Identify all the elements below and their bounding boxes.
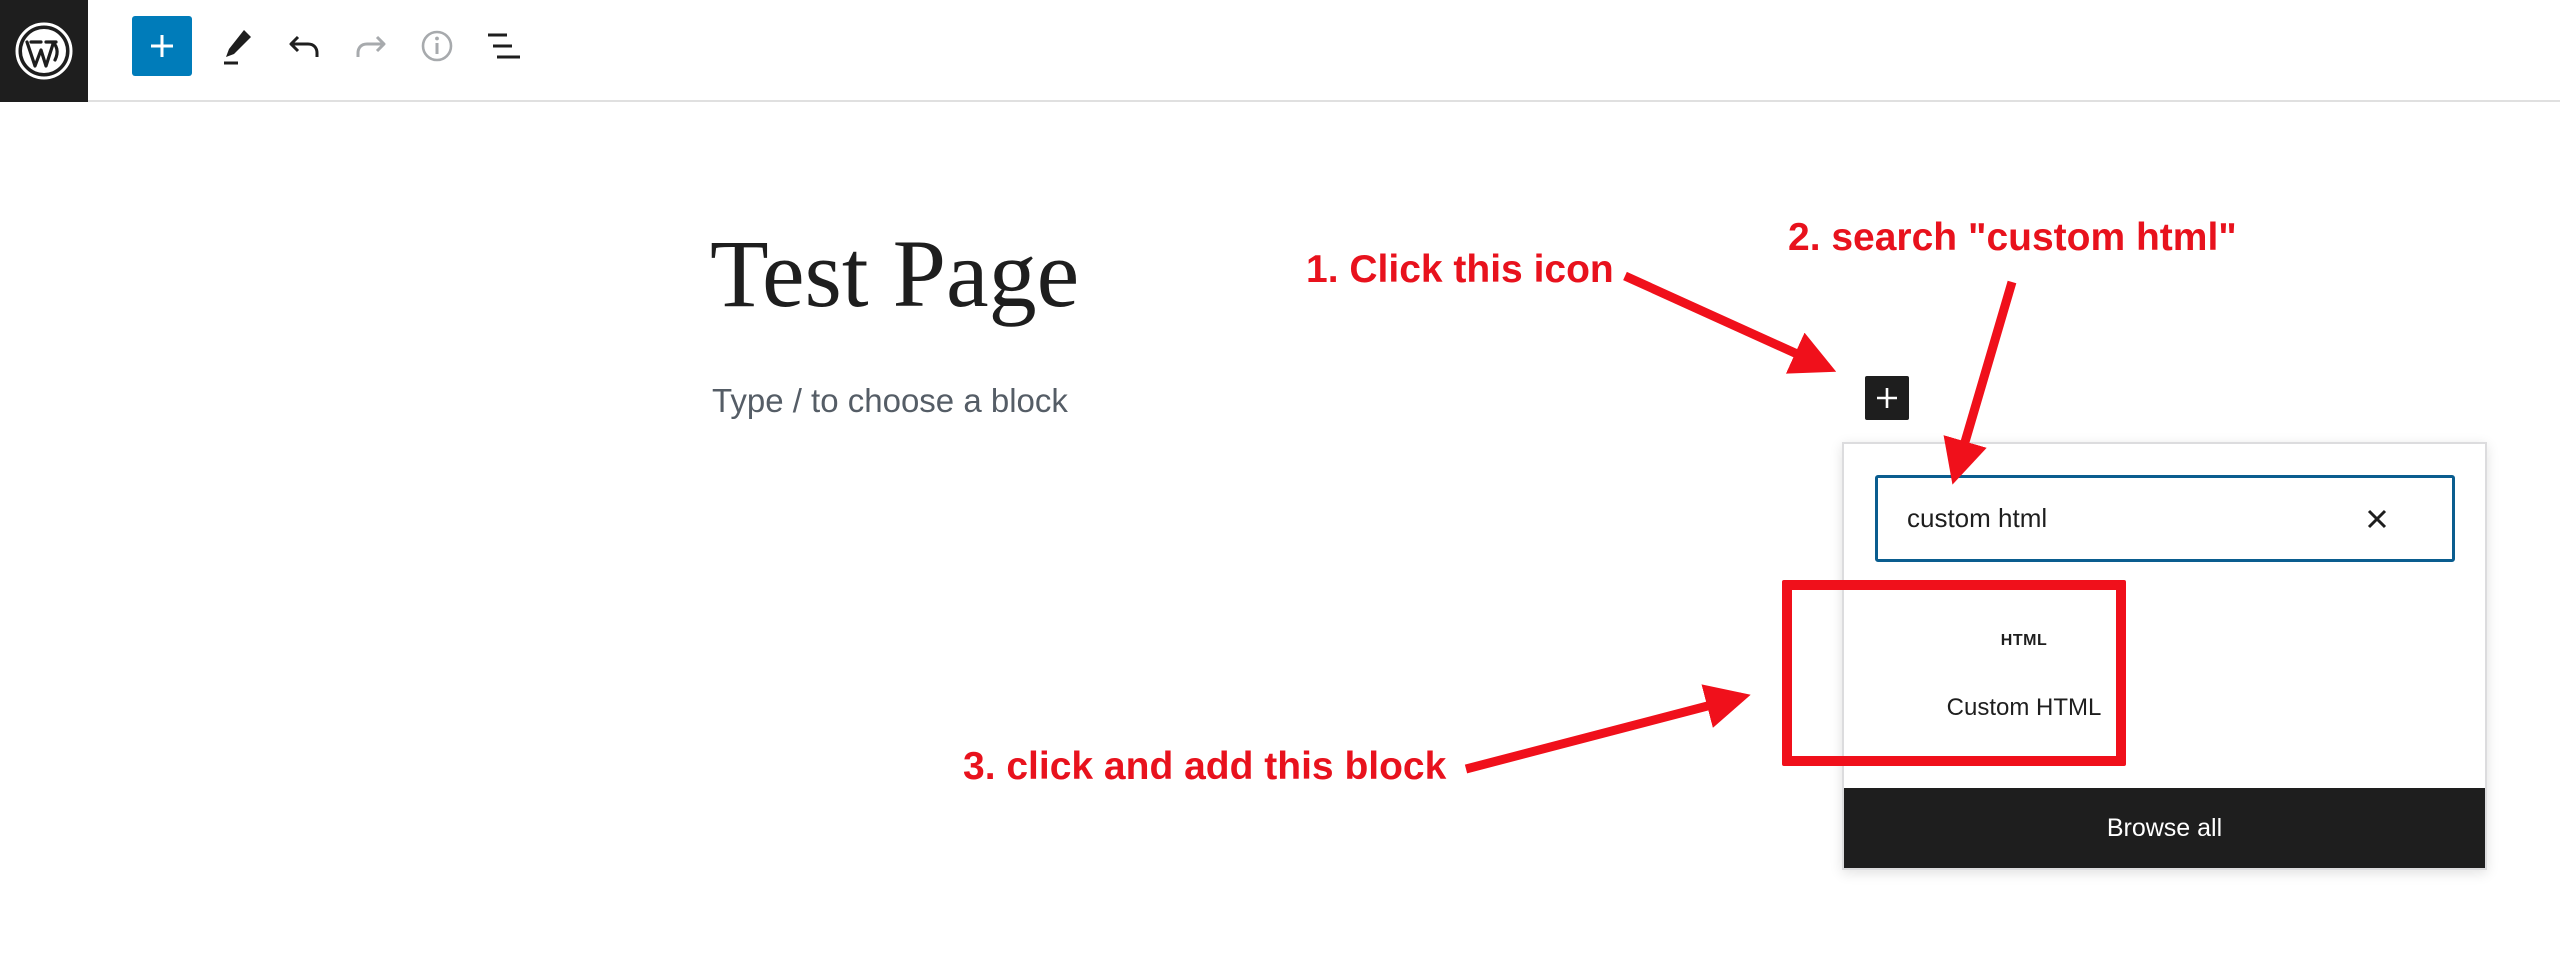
annotation-step-2: 2. search "custom html" <box>1788 216 2237 259</box>
arrow-to-inserter-icon <box>1623 271 1837 374</box>
arrow-to-search-field <box>1943 280 2017 485</box>
annotation-step-3: 3. click and add this block <box>963 745 1447 788</box>
arrow-to-result-block <box>1464 684 1751 774</box>
annotation-arrows <box>1464 271 2017 774</box>
annotation-step-1: 1. Click this icon <box>1306 248 1614 291</box>
